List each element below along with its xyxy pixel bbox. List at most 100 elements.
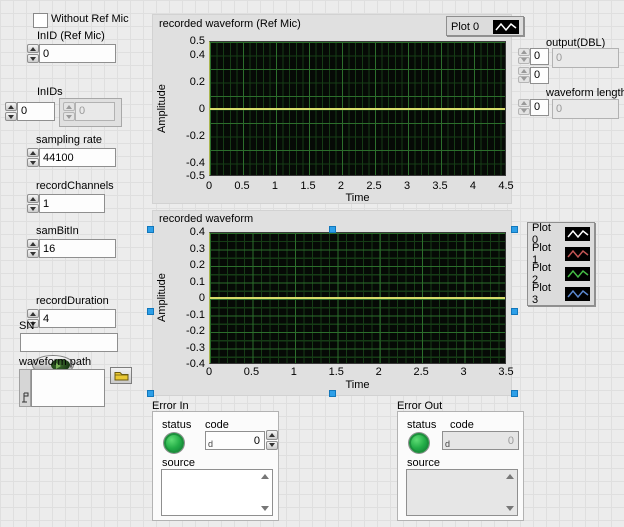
- y-tick-label: -0.4: [186, 358, 205, 370]
- sam-bit-in-label: samBitIn: [36, 225, 79, 238]
- decrement-icon[interactable]: [518, 108, 530, 116]
- inid-input[interactable]: [39, 44, 116, 63]
- status-led[interactable]: [164, 433, 184, 453]
- y-tick-label: 0.1: [190, 276, 205, 288]
- record-channels-spinner[interactable]: [27, 194, 39, 213]
- selection-handle[interactable]: [147, 226, 154, 233]
- status-label: status: [407, 419, 436, 432]
- y-tick-label: 0.2: [190, 259, 205, 271]
- x-tick-label: 2.5: [413, 366, 428, 378]
- without-ref-mic-checkbox[interactable]: [33, 13, 48, 28]
- increment-icon[interactable]: [266, 430, 278, 440]
- radix-indicator: d: [208, 439, 213, 449]
- x-tick-label: 3: [461, 366, 467, 378]
- scroll-up-icon[interactable]: [506, 474, 514, 479]
- code-spinner[interactable]: [266, 430, 278, 450]
- decrement-icon[interactable]: [266, 441, 278, 451]
- x-axis-ticks: 00.511.522.533.544.5: [209, 180, 506, 192]
- selection-handle[interactable]: [511, 308, 518, 315]
- legend-label: Plot 0: [451, 21, 479, 33]
- legend-item[interactable]: Plot 0: [532, 224, 590, 244]
- sampling-rate-spinner[interactable]: [27, 148, 39, 167]
- waveform-graph-ref-mic: recorded waveform (Ref Mic) Plot 0 0.50.…: [152, 14, 512, 204]
- x-tick-label: 2: [376, 366, 382, 378]
- waveform-path-label: waveform path: [19, 356, 91, 369]
- waveform-line: [210, 297, 505, 299]
- browse-button[interactable]: [110, 367, 132, 384]
- increment-icon[interactable]: [27, 148, 39, 157]
- record-duration-input[interactable]: [39, 309, 116, 328]
- y-axis-ticks: 0.50.40.20-0.2-0.4-0.5: [171, 41, 207, 176]
- sam-bit-in-spinner[interactable]: [27, 239, 39, 258]
- increment-icon[interactable]: [63, 102, 75, 111]
- plot-area-ref-mic[interactable]: [209, 41, 506, 176]
- increment-icon[interactable]: [518, 67, 530, 75]
- waveform-length-index[interactable]: 0: [530, 99, 549, 116]
- error-out-cluster: status code d 0 source: [397, 411, 524, 521]
- selection-handle[interactable]: [511, 226, 518, 233]
- decrement-icon[interactable]: [63, 112, 75, 121]
- decrement-icon[interactable]: [27, 158, 39, 167]
- graph1-legend[interactable]: Plot 0: [446, 16, 524, 36]
- x-tick-label: 0: [206, 366, 212, 378]
- y-tick-label: 0: [199, 292, 205, 304]
- waveform-length-index-spinner[interactable]: [518, 99, 530, 115]
- source-field[interactable]: [161, 469, 273, 516]
- decrement-icon[interactable]: [518, 57, 530, 65]
- radix-indicator: d: [445, 439, 450, 449]
- increment-icon[interactable]: [27, 194, 39, 203]
- scroll-down-icon[interactable]: [506, 506, 514, 511]
- x-tick-label: 4: [470, 180, 476, 192]
- code-field[interactable]: d 0: [205, 431, 265, 450]
- scroll-up-icon[interactable]: [261, 474, 269, 479]
- output-dbl-index-row[interactable]: 0: [530, 48, 549, 65]
- inids-element-spinner[interactable]: [63, 102, 75, 121]
- legend-label: Plot 3: [532, 282, 559, 306]
- increment-icon[interactable]: [27, 309, 39, 318]
- waveform-path-input[interactable]: [31, 369, 105, 407]
- decrement-icon[interactable]: [27, 249, 39, 258]
- plot-swatch-icon: [565, 267, 590, 281]
- increment-icon[interactable]: [5, 102, 17, 111]
- increment-icon[interactable]: [27, 44, 39, 53]
- output-dbl-index-row-spinner[interactable]: [518, 48, 530, 64]
- decrement-icon[interactable]: [518, 76, 530, 84]
- increment-icon[interactable]: [518, 99, 530, 107]
- plot-area[interactable]: [209, 232, 506, 364]
- inids-index-spinner[interactable]: [5, 102, 17, 121]
- sampling-rate-input[interactable]: [39, 148, 116, 167]
- record-duration-label: recordDuration: [36, 295, 109, 308]
- decrement-icon[interactable]: [27, 54, 39, 63]
- code-value: 0: [508, 435, 514, 447]
- selection-handle[interactable]: [147, 308, 154, 315]
- legend-item[interactable]: Plot 2: [532, 264, 590, 284]
- record-channels-input[interactable]: [39, 194, 105, 213]
- path-type-icon: [21, 392, 30, 404]
- legend-item[interactable]: Plot 1: [532, 244, 590, 264]
- graph1-title: recorded waveform (Ref Mic): [159, 18, 301, 30]
- waveform-length-element: 0: [552, 99, 619, 119]
- selection-handle[interactable]: [511, 390, 518, 397]
- x-tick-label: 0.5: [234, 180, 249, 192]
- output-dbl-index-col[interactable]: 0: [530, 67, 549, 84]
- without-ref-mic-label: Without Ref Mic: [51, 13, 129, 26]
- selection-handle[interactable]: [147, 390, 154, 397]
- sn-input[interactable]: [20, 333, 118, 352]
- output-dbl-element: 0: [552, 48, 619, 68]
- increment-icon[interactable]: [27, 239, 39, 248]
- inids-index-field[interactable]: 0: [17, 102, 55, 121]
- scroll-down-icon[interactable]: [261, 506, 269, 511]
- inid-spinner[interactable]: [27, 44, 39, 63]
- graph2-legend[interactable]: Plot 0Plot 1Plot 2Plot 3: [527, 222, 595, 306]
- sam-bit-in-input[interactable]: [39, 239, 116, 258]
- inids-element-field[interactable]: 0: [75, 102, 115, 121]
- decrement-icon[interactable]: [27, 204, 39, 213]
- decrement-icon[interactable]: [5, 112, 17, 121]
- x-tick-label: 3: [404, 180, 410, 192]
- selection-handle[interactable]: [329, 390, 336, 397]
- y-tick-label: -0.5: [186, 170, 205, 182]
- output-dbl-index-col-spinner[interactable]: [518, 67, 530, 83]
- increment-icon[interactable]: [518, 48, 530, 56]
- selection-handle[interactable]: [329, 226, 336, 233]
- legend-item[interactable]: Plot 3: [532, 284, 590, 304]
